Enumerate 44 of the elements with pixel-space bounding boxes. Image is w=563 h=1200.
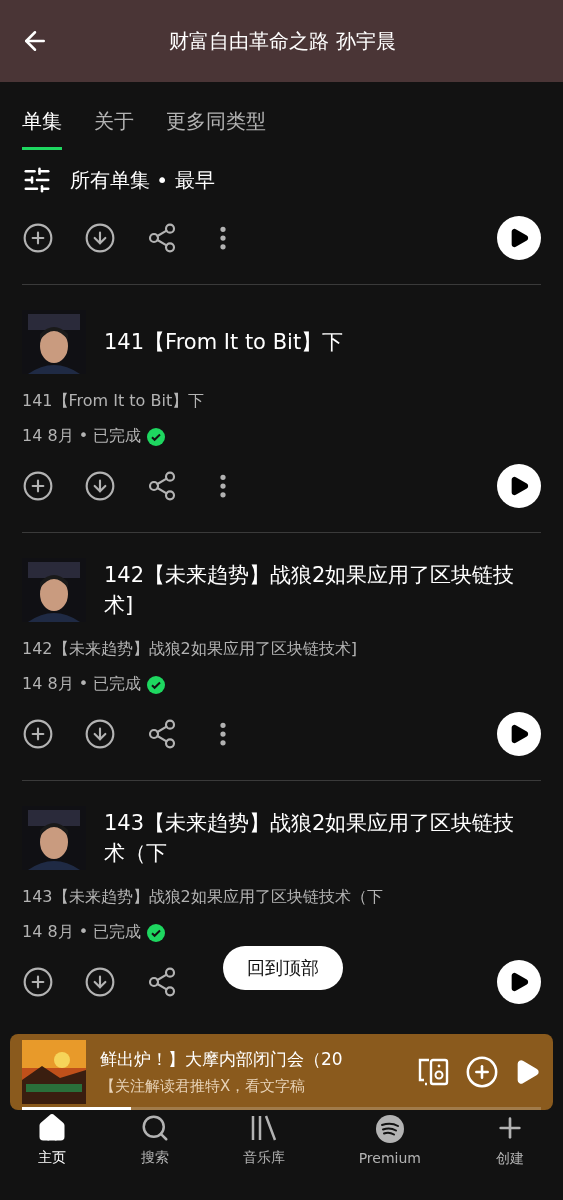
add-icon[interactable] (22, 470, 54, 502)
episode-title[interactable]: 142【未来趋势】战狼2如果应用了区块链技术] (104, 560, 524, 620)
premium-icon (374, 1114, 405, 1144)
share-icon[interactable] (146, 966, 178, 998)
play-button[interactable] (497, 960, 541, 1004)
speaker-icon[interactable] (417, 1056, 451, 1088)
episode-title[interactable]: 141【From It to Bit】下 (104, 327, 344, 357)
window-title: 财富自由革命之路 孙宇晨 (168, 27, 397, 55)
tab[interactable]: 更多同类型 (166, 96, 266, 150)
add-icon[interactable] (22, 222, 54, 254)
add-icon[interactable] (22, 718, 54, 750)
episode-description: 142【未来趋势】战狼2如果应用了区块链技术] (22, 639, 358, 660)
download-icon[interactable] (84, 222, 116, 254)
tab[interactable]: 单集 (22, 96, 62, 150)
play-button[interactable] (497, 464, 541, 508)
share-icon[interactable] (146, 718, 178, 750)
filter-icon[interactable] (22, 165, 52, 195)
nav-tab[interactable]: 主页 (36, 1113, 67, 1167)
episode-date: 14 8月 • 已完成 (22, 922, 142, 943)
tab[interactable]: 关于 (94, 96, 134, 150)
download-icon[interactable] (84, 470, 116, 502)
nav-tab[interactable]: 搜索 (140, 1113, 170, 1167)
nav-tab[interactable]: 音乐库 (243, 1113, 286, 1167)
episode-date: 14 8月 • 已完成 (22, 426, 142, 447)
episode-description: 143【未来趋势】战狼2如果应用了区块链技术（下 (22, 887, 384, 908)
play-button[interactable] (497, 712, 541, 756)
download-icon[interactable] (84, 718, 116, 750)
play-button[interactable] (497, 216, 541, 260)
episode-title[interactable]: 143【未来趋势】战狼2如果应用了区块链技术（下 (104, 808, 524, 868)
share-icon[interactable] (146, 470, 178, 502)
download-icon[interactable] (84, 966, 116, 998)
mini-player[interactable]: 鲜出炉！】大摩内部闭门会（20 【关注解读君推特X，看文字稿 (10, 1034, 553, 1110)
search-icon (140, 1113, 170, 1143)
add-icon[interactable] (22, 966, 54, 998)
back-to-top-button[interactable]: 回到顶部 (223, 946, 343, 990)
share-icon[interactable] (146, 222, 178, 254)
nav-tab[interactable]: 创建 (494, 1112, 527, 1168)
filter-label[interactable]: 所有单集 • 最早 (70, 166, 215, 194)
episode-date: 14 8月 • 已完成 (22, 674, 142, 695)
nav-tab[interactable]: Premium (358, 1114, 421, 1166)
track-subtitle: 【关注解读君推特X，看文字稿 (100, 1077, 307, 1096)
track-title: 鲜出炉！】大摩内部闭门会（20 (100, 1048, 344, 1071)
home-icon (36, 1113, 67, 1143)
episode-description: 141【From It to Bit】下 (22, 391, 206, 412)
